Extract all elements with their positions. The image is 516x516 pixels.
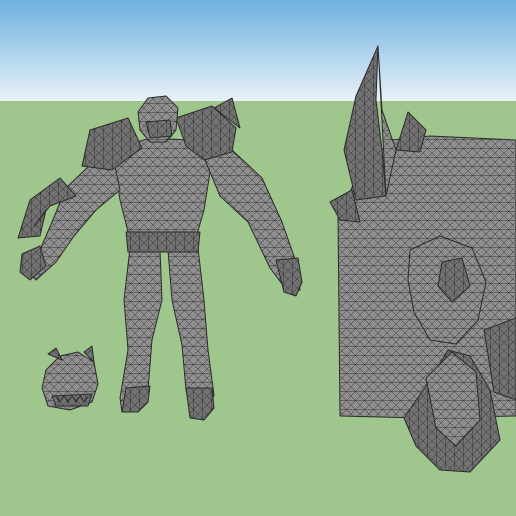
- sky: [0, 0, 516, 101]
- scene-canvas[interactable]: [0, 0, 516, 516]
- 3d-viewport[interactable]: [0, 0, 516, 516]
